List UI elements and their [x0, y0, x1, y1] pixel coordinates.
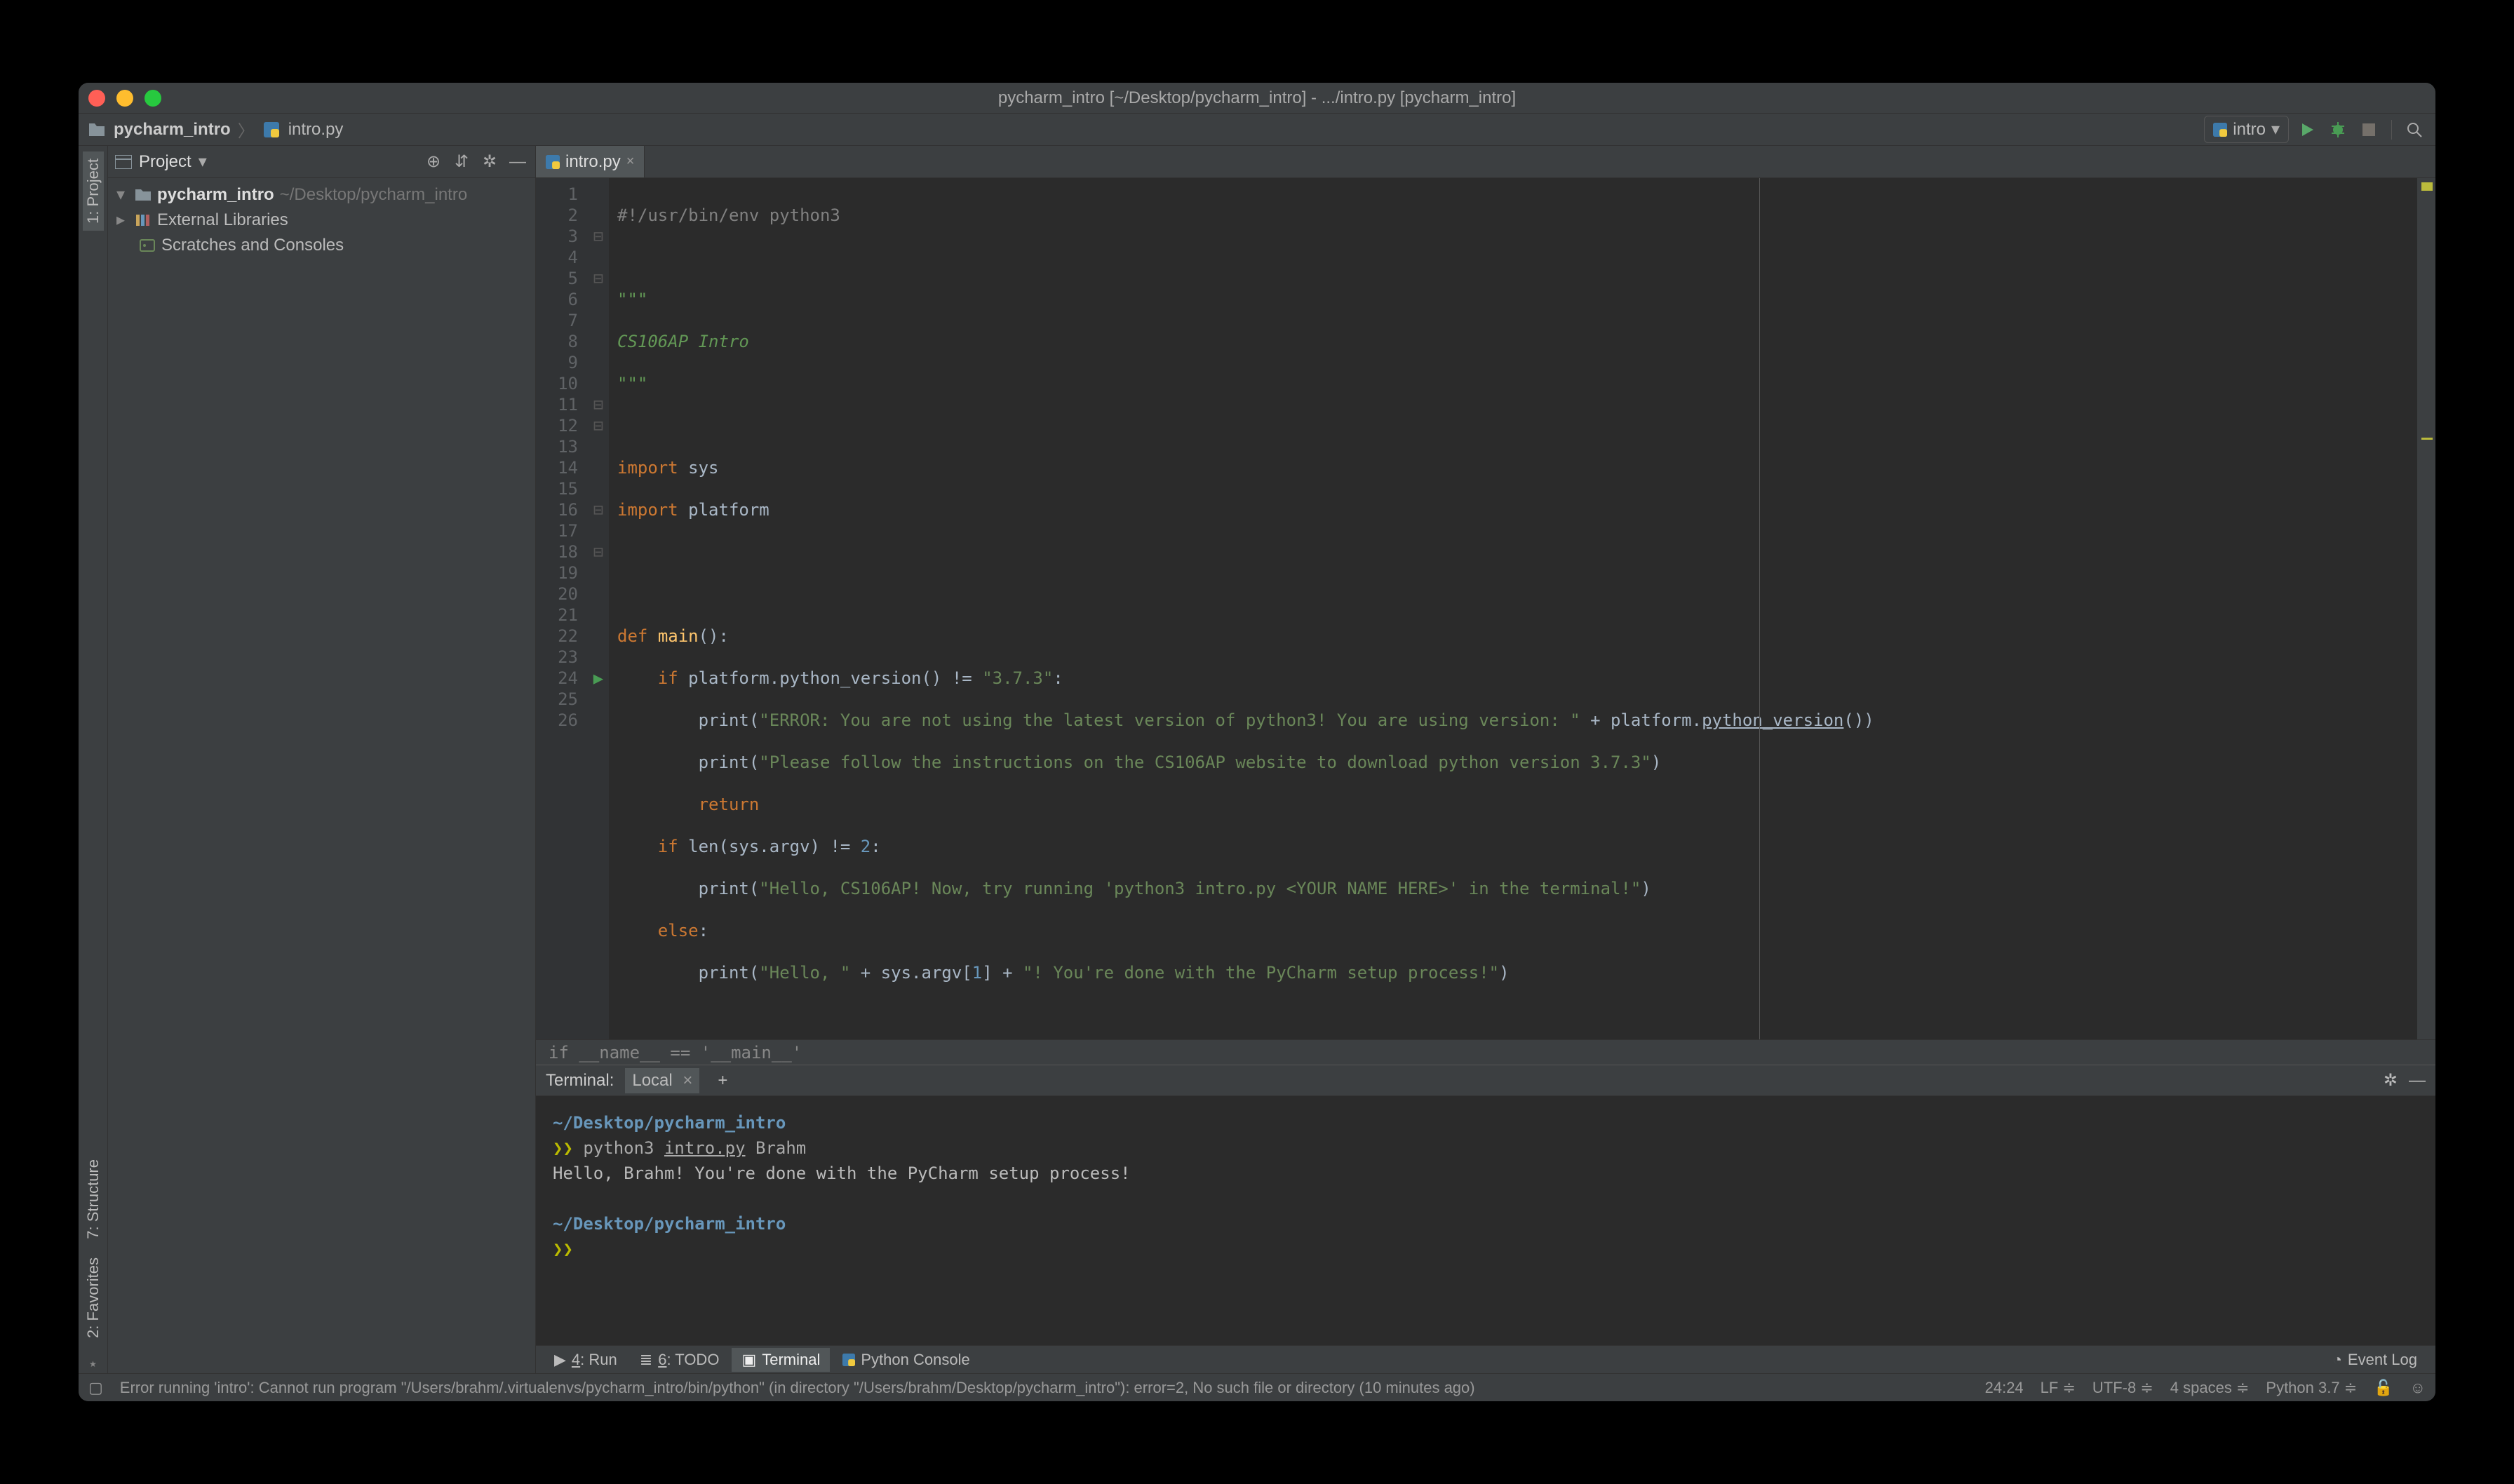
favorites-tool-tab[interactable]: 2: Favorites [83, 1250, 104, 1345]
terminal-tool-tab[interactable]: ▣Terminal [732, 1348, 830, 1372]
encoding[interactable]: UTF-8 ≑ [2092, 1379, 2153, 1397]
bottom-tool-bar: ▶4: Run ≣6: TODO ▣Terminal Python Consol… [536, 1345, 2435, 1373]
scratches-icon [139, 238, 156, 252]
context-info-text: if __name__ == '__main__' [549, 1043, 802, 1063]
editor[interactable]: 1234567891011121314151617181920212223242… [536, 178, 2435, 1039]
status-message[interactable]: Error running 'intro': Cannot run progra… [120, 1379, 1968, 1397]
todo-tool-tab[interactable]: ≣6: TODO [630, 1348, 730, 1372]
terminal-panel: Terminal: Local × + ✲ — ~/Desktop/pychar… [536, 1065, 2435, 1345]
terminal-file-link[interactable]: intro.py [664, 1138, 746, 1158]
run-config-selector[interactable]: intro ▾ [2204, 116, 2289, 143]
tree-scratches-label: Scratches and Consoles [161, 233, 344, 258]
editor-tabs: intro.py × [536, 146, 2435, 178]
stripe-marker[interactable] [2421, 438, 2433, 440]
event-log-tool-tab[interactable]: ◔Event Log [2323, 1348, 2427, 1372]
tree-root-path: ~/Desktop/pycharm_intro [280, 182, 467, 208]
locate-icon[interactable]: ⊕ [423, 151, 444, 173]
terminal-cwd: ~/Desktop/pycharm_intro [553, 1113, 786, 1133]
terminal-header: Terminal: Local × + ✲ — [536, 1065, 2435, 1096]
readonly-lock-icon[interactable]: 🔓 [2374, 1379, 2393, 1397]
hide-panel-icon[interactable]: — [2409, 1071, 2426, 1091]
project-tool-tab[interactable]: 1: Project [83, 151, 104, 231]
python-console-tool-tab[interactable]: Python Console [833, 1348, 979, 1372]
search-everywhere-button[interactable] [2402, 117, 2427, 142]
project-view-icon [115, 155, 132, 169]
tree-external-libs[interactable]: ▸ External Libraries [111, 208, 532, 233]
titlebar: pycharm_intro [~/Desktop/pycharm_intro] … [79, 83, 2435, 114]
chevron-down-icon: ▾ [2271, 119, 2280, 140]
tree-scratches[interactable]: Scratches and Consoles [111, 233, 532, 258]
close-tab-icon[interactable]: × [626, 154, 635, 170]
pycharm-window: pycharm_intro [~/Desktop/pycharm_intro] … [79, 83, 2435, 1401]
library-icon [135, 213, 152, 227]
expand-icon[interactable]: ⇵ [451, 151, 472, 173]
tree-root[interactable]: ▾ pycharm_intro ~/Desktop/pycharm_intro [111, 182, 532, 208]
prompt-icon: ❯❯ [553, 1239, 573, 1259]
python-file-icon [262, 120, 281, 140]
run-line-marker-icon[interactable]: ▶ [588, 668, 609, 689]
fold-gutter: ⊟⊟⊟⊟⊟⊟▶ [588, 178, 609, 1039]
right-margin-guide [1759, 178, 1760, 1039]
minimize-window-button[interactable] [116, 90, 133, 107]
context-info-bar: if __name__ == '__main__' [536, 1039, 2435, 1065]
star-icon: ★ [89, 1359, 97, 1373]
terminal-output: Hello, Brahm! You're done with the PyCha… [553, 1161, 2419, 1186]
terminal-cwd: ~/Desktop/pycharm_intro [553, 1214, 786, 1234]
run-button[interactable] [2294, 117, 2320, 142]
breadcrumb-project[interactable]: pycharm_intro [114, 120, 231, 140]
line-number-gutter: 1234567891011121314151617181920212223242… [536, 178, 588, 1039]
run-tool-tab[interactable]: ▶4: Run [544, 1348, 627, 1372]
close-window-button[interactable] [88, 90, 105, 107]
hide-panel-icon[interactable]: — [507, 151, 528, 173]
window-title: pycharm_intro [~/Desktop/pycharm_intro] … [998, 88, 1516, 108]
tree-root-name: pycharm_intro [157, 182, 274, 208]
navigation-bar: pycharm_intro 〉 intro.py intro ▾ [79, 114, 2435, 146]
interpreter[interactable]: Python 3.7 ≑ [2266, 1379, 2357, 1397]
window-controls [88, 90, 161, 107]
line-separator[interactable]: LF ≑ [2041, 1379, 2076, 1397]
python-file-icon [546, 155, 560, 169]
prompt-icon: ❯❯ [553, 1138, 573, 1158]
tree-external-libs-label: External Libraries [157, 208, 288, 233]
debug-button[interactable] [2325, 117, 2351, 142]
folder-icon [87, 120, 107, 140]
breadcrumb-separator: 〉 [238, 117, 255, 142]
project-panel-header: Project ▾ ⊕ ⇵ ✲ — [108, 146, 535, 178]
chevron-right-icon: ▸ [116, 208, 129, 233]
structure-tool-tab[interactable]: 7: Structure [83, 1152, 104, 1246]
folder-icon [135, 188, 152, 202]
python-icon [2213, 123, 2227, 137]
breadcrumb-file[interactable]: intro.py [288, 120, 344, 140]
status-icon[interactable]: ▢ [88, 1379, 103, 1397]
statusbar: ▢ Error running 'intro': Cannot run prog… [79, 1373, 2435, 1401]
terminal-content[interactable]: ~/Desktop/pycharm_intro ❯❯ python3 intro… [536, 1096, 2435, 1345]
terminal-tab-label: Local [632, 1071, 672, 1090]
maximize-window-button[interactable] [144, 90, 161, 107]
analysis-status-icon [2421, 182, 2433, 191]
editor-area: intro.py × 12345678910111213141516171819… [536, 146, 2435, 1373]
left-tool-rail: 1: Project 7: Structure 2: Favorites ★ [79, 146, 108, 1373]
project-panel-title: Project [139, 152, 191, 172]
chevron-down-icon[interactable]: ▾ [199, 151, 207, 172]
gear-icon[interactable]: ✲ [479, 151, 500, 173]
add-terminal-tab[interactable]: + [711, 1068, 734, 1093]
indent-config[interactable]: 4 spaces ≑ [2170, 1379, 2250, 1397]
editor-error-stripe[interactable] [2417, 178, 2435, 1039]
gear-icon[interactable]: ✲ [2384, 1070, 2398, 1091]
stop-button[interactable] [2356, 117, 2381, 142]
terminal-tab[interactable]: Local × [625, 1068, 699, 1093]
breadcrumb: pycharm_intro 〉 intro.py [87, 117, 343, 142]
run-config-name: intro [2233, 120, 2266, 140]
editor-tab-name: intro.py [565, 152, 621, 172]
hector-icon[interactable]: ☺ [2410, 1379, 2426, 1397]
terminal-title: Terminal: [546, 1071, 614, 1091]
project-tree: ▾ pycharm_intro ~/Desktop/pycharm_intro … [108, 178, 535, 262]
chevron-down-icon: ▾ [116, 182, 129, 208]
editor-tab[interactable]: intro.py × [536, 146, 645, 177]
code-content[interactable]: #!/usr/bin/env python3 """ CS106AP Intro… [609, 178, 2435, 1039]
project-panel: Project ▾ ⊕ ⇵ ✲ — ▾ pycharm_intro ~/Desk… [108, 146, 536, 1373]
close-icon[interactable]: × [683, 1071, 692, 1090]
cursor-position[interactable]: 24:24 [1985, 1379, 2024, 1397]
python-icon [842, 1354, 855, 1366]
